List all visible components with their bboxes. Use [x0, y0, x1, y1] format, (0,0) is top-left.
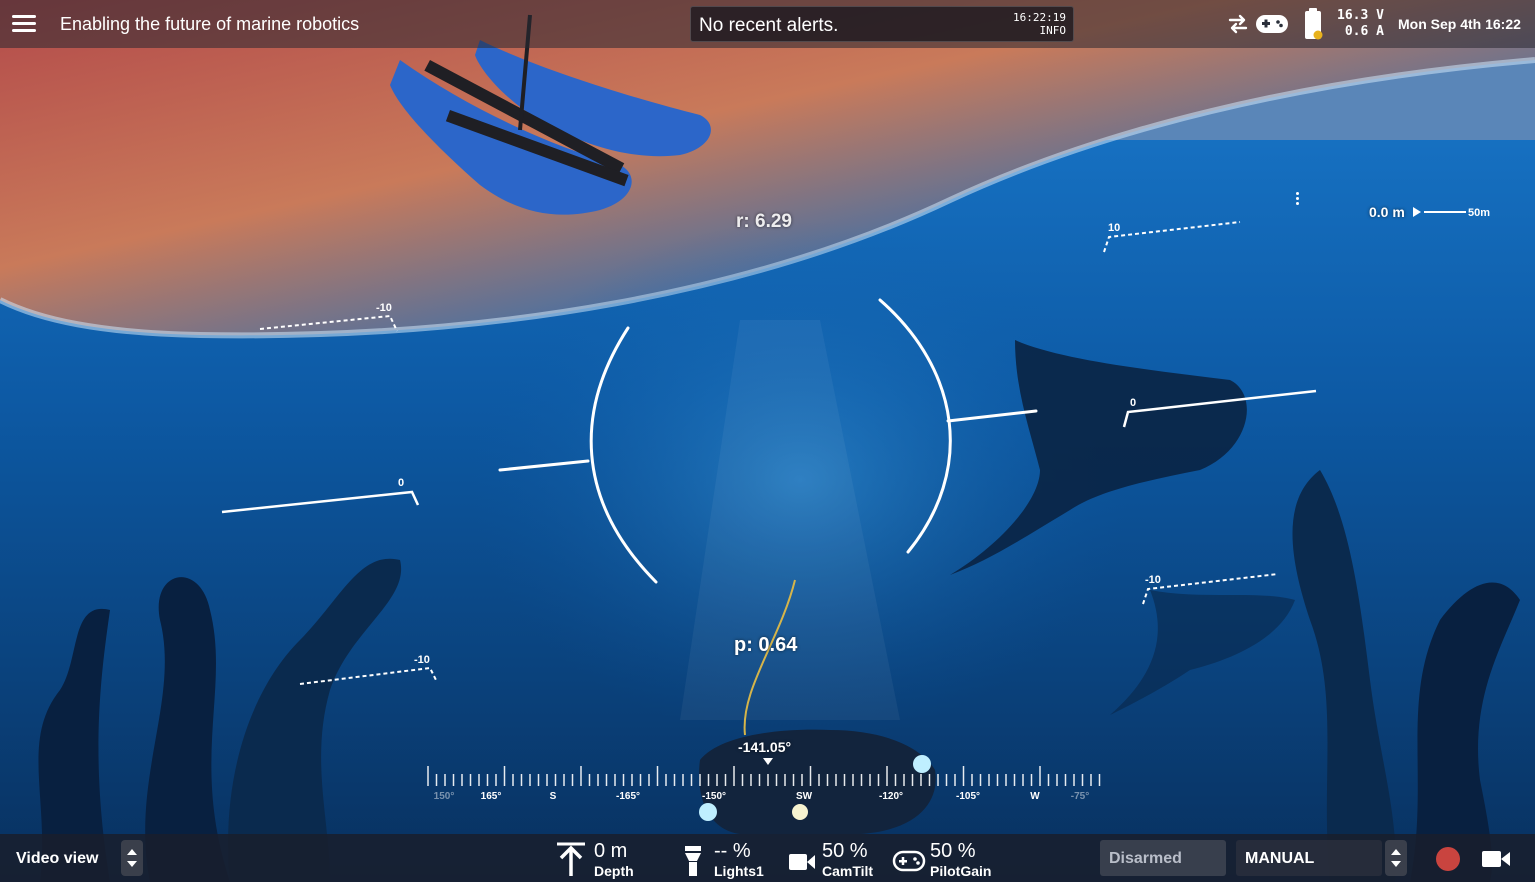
video-camera-icon[interactable]	[1481, 849, 1511, 869]
anchor-depth-icon	[557, 842, 585, 876]
clock: Mon Sep 4th 16:22	[1398, 16, 1521, 32]
depth-widget[interactable]: 0 m Depth	[554, 838, 644, 880]
camtilt-label: CamTilt	[822, 863, 874, 879]
alert-level: INFO	[1039, 24, 1067, 37]
alert-time: 16:22:19	[1013, 11, 1066, 24]
bottom-bar: Video view 0 m Depth -- % Lights1 50 % C…	[0, 834, 1535, 882]
pilotgain-label: PilotGain	[930, 863, 992, 879]
pilotgain-widget[interactable]: 50 % PilotGain	[892, 838, 1002, 880]
app-title: Enabling the future of marine robotics	[60, 14, 360, 34]
pitch-label-minus10-right: -10	[1145, 574, 1161, 586]
pitch-line-zero-left	[221, 490, 420, 514]
battery-current: 0.6 A	[1344, 24, 1384, 39]
view-selector-chevrons-icon[interactable]	[121, 840, 143, 876]
pitch-line-plus10-right	[1103, 221, 1241, 253]
horizon-right-stub	[946, 409, 1038, 423]
compass-label: -105°	[956, 791, 980, 802]
camera-icon	[789, 854, 815, 870]
compass-label: -120°	[879, 791, 903, 802]
pitch-readout: p: 0.64	[734, 634, 798, 656]
pitch-label-minus10-lower: -10	[414, 654, 430, 666]
alert-timestamp: 16:22:19 INFO	[1013, 11, 1066, 37]
heading-readout: -141.05°	[738, 739, 792, 755]
distance-readout: 0.0 m	[1369, 204, 1405, 220]
attitude-right-arc	[878, 298, 952, 554]
pitch-line-minus10-left	[259, 314, 398, 332]
hud-options-icon[interactable]	[1296, 192, 1304, 206]
connection-arrows-icon[interactable]	[1226, 12, 1250, 36]
camtilt-value: 50 %	[822, 840, 868, 862]
horizon-left-stub	[498, 459, 590, 472]
mode-selector-chevrons-icon[interactable]	[1385, 840, 1407, 876]
compass-label: -75°	[1071, 791, 1089, 802]
depth-value: 0 m	[594, 840, 628, 862]
attitude-left-arc	[589, 326, 658, 584]
pitch-label-zero-left: 0	[398, 477, 404, 489]
distance-pointer-icon	[1413, 207, 1421, 217]
alert-message: No recent alerts.	[699, 15, 839, 36]
pitch-line-minus10-lower-left	[299, 666, 438, 685]
pitch-label-zero-right: 0	[1130, 397, 1136, 409]
compass-tape	[427, 766, 1101, 786]
compass-label: 165°	[481, 791, 502, 802]
gamepad-icon	[892, 850, 926, 872]
heading-pointer-icon	[763, 758, 773, 765]
pitch-line-minus10-right	[1142, 573, 1279, 605]
compass-label: SW	[796, 791, 813, 802]
view-selector-label[interactable]: Video view	[16, 850, 98, 868]
camtilt-widget[interactable]: 50 % CamTilt	[788, 838, 888, 880]
flashlight-icon	[685, 846, 701, 876]
compass-label: -150°	[702, 791, 726, 802]
compass-label: -165°	[616, 791, 640, 802]
roll-readout: r: 6.29	[736, 211, 792, 232]
battery-readout: 16.3 V 0.6 A	[1330, 8, 1384, 40]
alert-panel[interactable]: No recent alerts. 16:22:19 INFO	[690, 6, 1074, 42]
pilotgain-value: 50 %	[930, 840, 976, 862]
pitch-label-plus10: 10	[1108, 222, 1120, 234]
battery-icon	[1305, 8, 1323, 40]
top-bar: Enabling the future of marine robotics N…	[0, 0, 1535, 48]
pitch-label-minus10-upper: -10	[376, 302, 392, 314]
record-button[interactable]	[1436, 847, 1460, 871]
depth-label: Depth	[594, 863, 634, 879]
pitch-line-zero-right	[1122, 389, 1317, 428]
joystick-icon[interactable]	[1254, 12, 1290, 36]
lights-value: -- %	[714, 840, 751, 862]
menu-icon[interactable]	[10, 12, 38, 36]
flight-mode-select[interactable]: MANUAL	[1236, 840, 1382, 876]
compass-label: 150°	[434, 791, 455, 802]
lights-widget[interactable]: -- % Lights1	[682, 838, 772, 880]
lights-label: Lights1	[714, 863, 764, 879]
compass-label: W	[1030, 791, 1040, 802]
battery-voltage: 16.3 V	[1337, 8, 1384, 23]
compass-label: S	[550, 791, 557, 802]
arm-toggle-button[interactable]: Disarmed	[1100, 840, 1226, 876]
distance-scale-label: 50m	[1468, 207, 1490, 219]
